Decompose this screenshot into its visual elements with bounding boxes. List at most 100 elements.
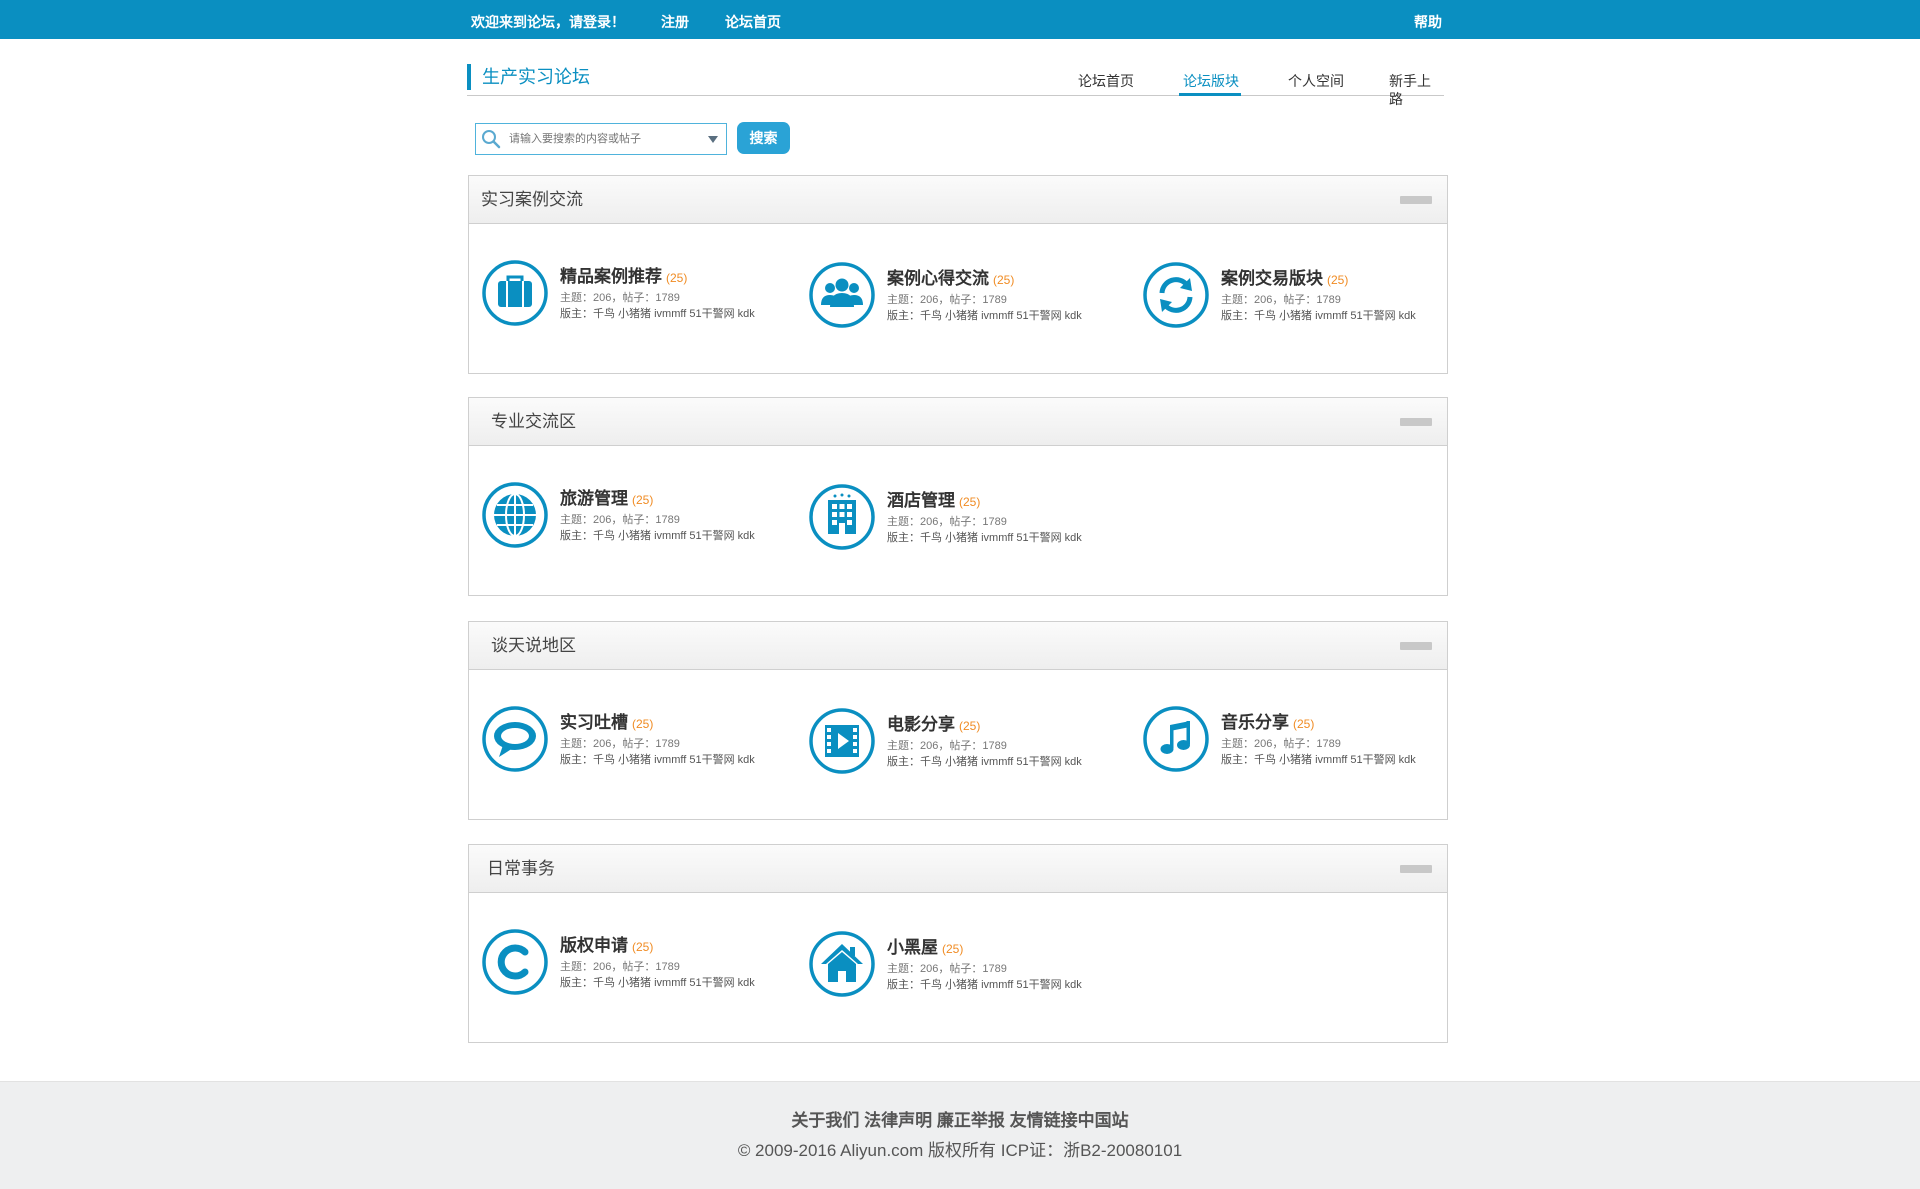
board-title[interactable]: 旅游管理 (25): [560, 487, 653, 512]
board-moderators: 版主：千鸟 小猪猪 ivmmff 51干警网 kdk: [887, 756, 1082, 768]
copyright-icon[interactable]: [481, 928, 549, 996]
board-name[interactable]: 电影分享: [887, 715, 955, 734]
nav-tab-personal-space[interactable]: 个人空间: [1288, 72, 1344, 90]
board-item: 电影分享 (25) 主题：206，帖子：1789 版主：千鸟 小猪猪 ivmmff…: [808, 707, 1118, 787]
board-count: (25): [666, 271, 688, 285]
board-title[interactable]: 小黑屋 (25): [887, 936, 963, 961]
board-name[interactable]: 酒店管理: [887, 491, 955, 510]
speech-bubble-icon[interactable]: [481, 705, 549, 773]
collapse-toggle[interactable]: [1400, 865, 1432, 873]
top-bar: 欢迎来到论坛，请登录！ 注册 论坛首页 帮助: [0, 0, 1920, 39]
search-dropdown-arrow-icon[interactable]: [708, 136, 718, 143]
board-title[interactable]: 版权申请 (25): [560, 934, 653, 959]
section-title: 专业交流区: [491, 412, 576, 431]
board-moderators: 版主：千鸟 小猪猪 ivmmff 51干警网 kdk: [560, 308, 755, 320]
nav-tab-forum-boards[interactable]: 论坛版块: [1183, 72, 1239, 90]
board-title[interactable]: 实习吐槽 (25): [560, 711, 653, 736]
briefcase-icon[interactable]: [481, 259, 549, 327]
collapse-toggle[interactable]: [1400, 196, 1432, 204]
board-moderators: 版主：千鸟 小猪猪 ivmmff 51干警网 kdk: [1221, 754, 1416, 766]
search-icon: [482, 130, 501, 149]
board-count: (25): [1293, 717, 1315, 731]
board-title[interactable]: 酒店管理 (25): [887, 489, 980, 514]
board-moderators: 版主：千鸟 小猪猪 ivmmff 51干警网 kdk: [560, 530, 755, 542]
board-item: 案例交易版块 (25) 主题：206，帖子：1789 版主：千鸟 小猪猪 ivmm…: [1142, 261, 1452, 341]
nav-tab-forum-home[interactable]: 论坛首页: [1078, 72, 1134, 90]
board-item: 旅游管理 (25) 主题：206，帖子：1789 版主：千鸟 小猪猪 ivmmff…: [481, 481, 791, 561]
board-stats: 主题：206，帖子：1789: [887, 294, 1007, 306]
board-moderators: 版主：千鸟 小猪猪 ivmmff 51干警网 kdk: [1221, 310, 1416, 322]
globe-icon[interactable]: [481, 481, 549, 549]
page-header: 生产实习论坛 论坛首页 论坛版块 个人空间 新手上路: [467, 60, 1444, 107]
board-title[interactable]: 案例心得交流 (25): [887, 267, 1014, 292]
board-item: 案例心得交流 (25) 主题：206，帖子：1789 版主：千鸟 小猪猪 ivmm…: [808, 261, 1118, 341]
board-stats: 主题：206，帖子：1789: [887, 963, 1007, 975]
footer-link-legal[interactable]: 法律声明: [864, 1111, 932, 1130]
section-professional-exchange: 专业交流区 旅游管理 (25) 主题：206，帖子：1789 版主：千鸟 小猪猪 …: [468, 397, 1448, 596]
search-button[interactable]: 搜索: [737, 122, 790, 154]
board-item: 小黑屋 (25) 主题：206，帖子：1789 版主：千鸟 小猪猪 ivmmff …: [808, 930, 1118, 1010]
footer-link-about[interactable]: 关于我们: [791, 1111, 859, 1130]
help-link[interactable]: 帮助: [1414, 0, 1442, 45]
film-icon[interactable]: [808, 707, 876, 775]
forum-home-link[interactable]: 论坛首页: [725, 0, 781, 45]
collapse-toggle[interactable]: [1400, 642, 1432, 650]
section-header: 实习案例交流: [469, 176, 1447, 224]
board-count: (25): [632, 717, 654, 731]
refresh-icon[interactable]: [1142, 261, 1210, 329]
section-title: 日常事务: [487, 859, 555, 878]
board-title[interactable]: 电影分享 (25): [887, 713, 980, 738]
collapse-toggle[interactable]: [1400, 418, 1432, 426]
section-chitchat: 谈天说地区 实习吐槽 (25) 主题：206，帖子：1789 版主：千鸟 小猪猪 …: [468, 621, 1448, 820]
board-name[interactable]: 版权申请: [560, 936, 628, 955]
board-moderators: 版主：千鸟 小猪猪 ivmmff 51干警网 kdk: [887, 979, 1082, 991]
board-count: (25): [959, 495, 981, 509]
section-title: 实习案例交流: [481, 190, 583, 209]
board-name[interactable]: 旅游管理: [560, 489, 628, 508]
board-name[interactable]: 实习吐槽: [560, 713, 628, 732]
footer-links: 关于我们 法律声明 廉正举报 友情链接中国站: [0, 1109, 1920, 1133]
board-stats: 主题：206，帖子：1789: [1221, 294, 1341, 306]
board-title[interactable]: 案例交易版块 (25): [1221, 267, 1348, 292]
home-icon[interactable]: [808, 930, 876, 998]
welcome-login-link[interactable]: 欢迎来到论坛，请登录！: [471, 0, 625, 45]
board-moderators: 版主：千鸟 小猪猪 ivmmff 51干警网 kdk: [560, 754, 755, 766]
board-count: (25): [1327, 273, 1349, 287]
page-title: 生产实习论坛: [482, 67, 590, 87]
footer-link-report[interactable]: 廉正举报: [937, 1111, 1005, 1130]
board-count: (25): [632, 493, 654, 507]
hotel-icon[interactable]: [808, 483, 876, 551]
board-stats: 主题：206，帖子：1789: [887, 516, 1007, 528]
nav-tab-newbie-guide[interactable]: 新手上路: [1389, 72, 1444, 108]
search-box: [475, 123, 727, 155]
board-name[interactable]: 音乐分享: [1221, 713, 1289, 732]
board-stats: 主题：206，帖子：1789: [560, 292, 680, 304]
active-tab-underline: [1179, 93, 1241, 96]
board-item: 实习吐槽 (25) 主题：206，帖子：1789 版主：千鸟 小猪猪 ivmmff…: [481, 705, 791, 785]
board-item: 音乐分享 (25) 主题：206，帖子：1789 版主：千鸟 小猪猪 ivmmff…: [1142, 705, 1452, 785]
board-name[interactable]: 案例心得交流: [887, 269, 989, 288]
board-count: (25): [942, 942, 964, 956]
board-stats: 主题：206，帖子：1789: [1221, 738, 1341, 750]
section-header: 日常事务: [469, 845, 1447, 893]
board-name[interactable]: 小黑屋: [887, 938, 938, 957]
section-daily-affairs: 日常事务 版权申请 (25) 主题：206，帖子：1789 版主：千鸟 小猪猪 i…: [468, 844, 1448, 1043]
board-count: (25): [993, 273, 1015, 287]
board-moderators: 版主：千鸟 小猪猪 ivmmff 51干警网 kdk: [887, 310, 1082, 322]
board-name[interactable]: 案例交易版块: [1221, 269, 1323, 288]
board-stats: 主题：206，帖子：1789: [560, 514, 680, 526]
footer-link-friends[interactable]: 友情链接中国站: [1010, 1111, 1129, 1130]
section-title: 谈天说地区: [491, 636, 576, 655]
section-internship-cases: 实习案例交流 精品案例推荐 (25) 主题：206，帖子：1789 版主：千鸟 小…: [468, 175, 1448, 374]
board-item: 版权申请 (25) 主题：206，帖子：1789 版主：千鸟 小猪猪 ivmmff…: [481, 928, 791, 1008]
board-moderators: 版主：千鸟 小猪猪 ivmmff 51干警网 kdk: [887, 532, 1082, 544]
board-title[interactable]: 音乐分享 (25): [1221, 711, 1314, 736]
board-title[interactable]: 精品案例推荐 (25): [560, 265, 687, 290]
users-icon[interactable]: [808, 261, 876, 329]
page-footer: 关于我们 法律声明 廉正举报 友情链接中国站 © 2009-2016 Aliyu…: [0, 1081, 1920, 1189]
music-note-icon[interactable]: [1142, 705, 1210, 773]
search-input[interactable]: [509, 128, 699, 150]
title-accent-bar: [467, 64, 471, 90]
board-name[interactable]: 精品案例推荐: [560, 267, 662, 286]
register-link[interactable]: 注册: [661, 0, 689, 45]
